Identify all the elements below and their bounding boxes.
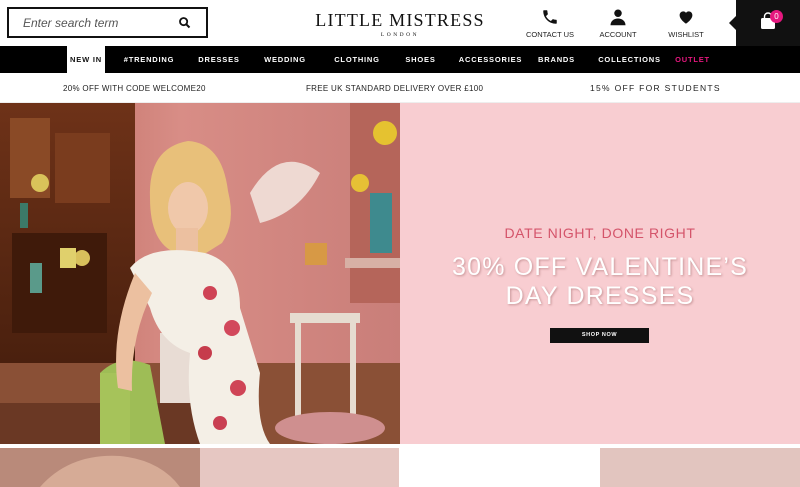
product-tile-1[interactable] bbox=[0, 448, 200, 487]
account-label: ACCOUNT bbox=[599, 30, 637, 39]
hero-headline-line1: 30% OFF VALENTINE’S bbox=[451, 253, 749, 281]
nav-clothing[interactable]: CLOTHING bbox=[325, 46, 389, 73]
cart-notch bbox=[729, 16, 736, 30]
user-icon bbox=[610, 9, 626, 26]
contact-us-link[interactable]: CONTACT US bbox=[524, 8, 576, 39]
promo-bar: 20% OFF WITH CODE WELCOME20 FREE UK STAN… bbox=[0, 73, 800, 103]
search-input[interactable] bbox=[23, 9, 183, 36]
promo-free-delivery[interactable]: FREE UK STANDARD DELIVERY OVER £100 bbox=[306, 84, 483, 93]
product-tile-3[interactable] bbox=[399, 448, 600, 487]
nav-brands[interactable]: BRANDS bbox=[529, 46, 584, 73]
product-tile-4[interactable] bbox=[600, 448, 800, 487]
nav-new-in[interactable]: NEW IN bbox=[67, 46, 105, 73]
heart-icon bbox=[679, 11, 693, 24]
site-logo[interactable]: LITTLE MISTRESS LONDON bbox=[300, 10, 500, 38]
nav-shoes[interactable]: SHOES bbox=[389, 46, 452, 73]
nav-collections[interactable]: COLLECTIONS bbox=[584, 46, 675, 73]
hero-banner[interactable]: DATE NIGHT, DONE RIGHT 30% OFF VALENTINE… bbox=[400, 103, 800, 444]
cart-button[interactable]: 0 bbox=[729, 0, 800, 46]
nav-outlet[interactable]: OUTLET bbox=[675, 46, 710, 73]
nav-dresses[interactable]: DRESSES bbox=[193, 46, 245, 73]
contact-us-label: CONTACT US bbox=[525, 30, 575, 39]
nav-accessories[interactable]: ACCESSORIES bbox=[452, 46, 529, 73]
hero-image[interactable] bbox=[0, 103, 400, 444]
hero-headline: 30% OFF VALENTINE’S DAY DRESSES bbox=[400, 253, 800, 311]
nav-wedding[interactable]: WEDDING bbox=[245, 46, 325, 73]
account-link[interactable]: ACCOUNT bbox=[596, 8, 640, 39]
wishlist-label: WISHLIST bbox=[668, 30, 704, 39]
product-tile-2[interactable] bbox=[200, 448, 399, 487]
hero-photo-illustration bbox=[0, 103, 400, 444]
tile-photo-1 bbox=[0, 448, 200, 487]
phone-icon bbox=[543, 10, 557, 24]
nav-trending[interactable]: #TRENDING bbox=[105, 46, 193, 73]
promo-welcome-code[interactable]: 20% OFF WITH CODE WELCOME20 bbox=[63, 84, 206, 93]
logo-subtitle: LONDON bbox=[380, 32, 420, 38]
promo-students[interactable]: 15% OFF FOR STUDENTS bbox=[590, 83, 721, 93]
hero-kicker: DATE NIGHT, DONE RIGHT bbox=[504, 225, 696, 241]
logo-brand: LITTLE MISTRESS bbox=[315, 10, 485, 30]
cart-count-badge: 0 bbox=[770, 10, 783, 23]
main-nav: NEW IN #TRENDING DRESSES WEDDING CLOTHIN… bbox=[0, 46, 800, 73]
hero-headline-line2: DAY DRESSES bbox=[505, 282, 695, 310]
site-header: LITTLE MISTRESS LONDON CONTACT US ACCOUN… bbox=[0, 0, 800, 46]
search-box[interactable] bbox=[7, 7, 208, 38]
shop-now-button[interactable]: SHOP NOW bbox=[550, 328, 649, 343]
search-icon[interactable] bbox=[178, 16, 192, 30]
wishlist-link[interactable]: WISHLIST bbox=[664, 8, 708, 39]
